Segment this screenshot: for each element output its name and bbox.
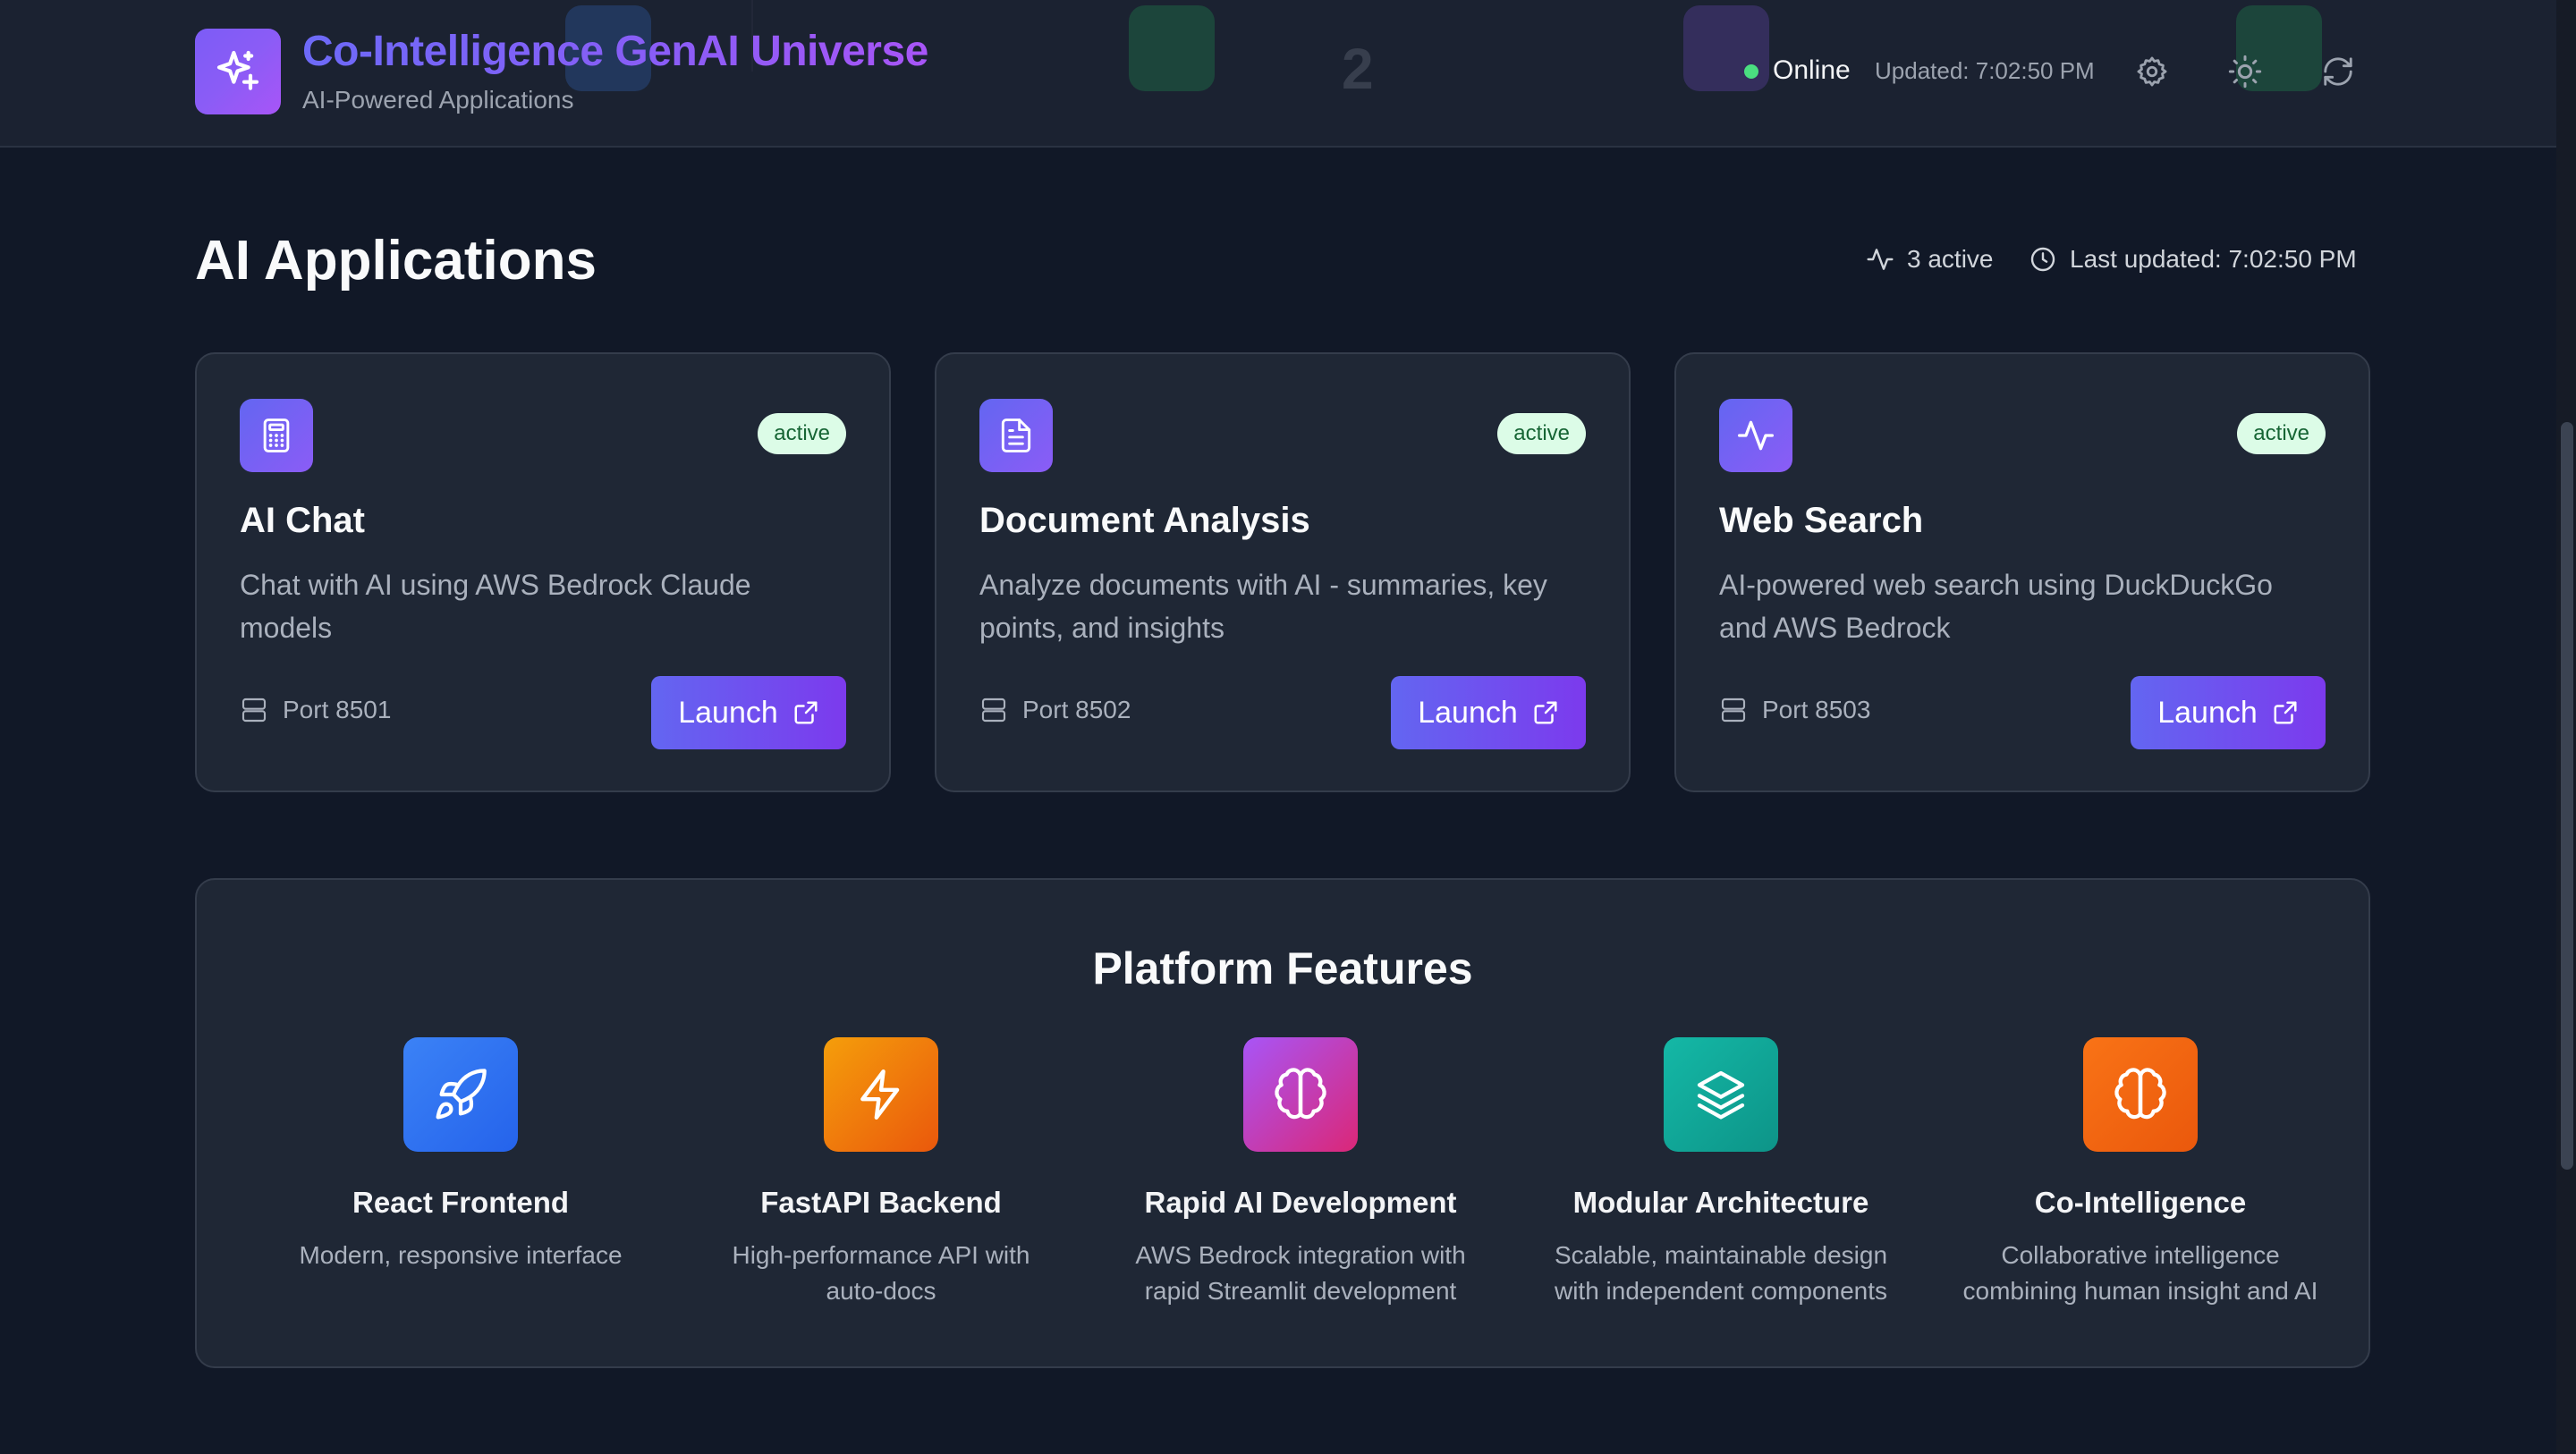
- app-header: 2 Co-Intelligence GenAI Universe AI-Powe…: [0, 0, 2576, 148]
- feature-icon-tile: [403, 1037, 518, 1152]
- settings-button[interactable]: [2131, 50, 2174, 93]
- external-link-icon: [1534, 701, 1557, 724]
- app-name: Web Search: [1719, 501, 1924, 540]
- status-badge: active: [1497, 413, 1586, 454]
- app-name: Document Analysis: [979, 501, 1310, 540]
- scrollbar-thumb[interactable]: [2561, 422, 2573, 1170]
- launch-button[interactable]: Launch: [651, 676, 846, 749]
- launch-button-label: Launch: [678, 695, 778, 730]
- app-card-document-analysis: active Document Analysis Analyze documen…: [935, 352, 1631, 792]
- layers-icon: [1697, 1070, 1745, 1120]
- feature-description: High-performance API with auto-docs: [732, 1241, 1030, 1305]
- app-title: Co-Intelligence GenAI Universe: [302, 28, 928, 75]
- launch-button-label: Launch: [2157, 695, 2258, 730]
- app-description: AI-powered web search using DuckDuckGo a…: [1719, 569, 2273, 644]
- sparkles-icon: [216, 50, 259, 90]
- server-icon: [1721, 697, 1746, 723]
- app-icon: [1719, 399, 1792, 472]
- launch-button[interactable]: Launch: [2131, 676, 2326, 749]
- document-icon: [1001, 418, 1031, 452]
- feature-name: Modular Architecture: [1572, 1186, 1869, 1219]
- header-updated-time: Updated: 7:02:50 PM: [1875, 57, 2095, 84]
- app-port-label: Port 8502: [1022, 696, 1131, 723]
- status-badge: active: [2237, 413, 2326, 454]
- page-title: AI Applications: [195, 230, 597, 292]
- settings-icon: [2137, 56, 2167, 87]
- rocket-icon: [436, 1069, 487, 1120]
- last-updated-label: Last updated: 7:02:50 PM: [2070, 245, 2357, 273]
- feature-icon-tile: [1243, 1037, 1358, 1152]
- online-status-dot: [1744, 64, 1758, 79]
- brand-logo: [195, 29, 281, 114]
- feature-modular-architecture: Modular Architecture Scalable, maintaina…: [1533, 1037, 1909, 1309]
- app-port: Port 8502: [979, 696, 1131, 724]
- server-icon: [981, 697, 1006, 723]
- feature-description: Modern, responsive interface: [299, 1241, 623, 1269]
- feature-rapid-ai-development: Rapid AI Development AWS Bedrock integra…: [1113, 1037, 1488, 1309]
- refresh-button[interactable]: [2317, 50, 2360, 93]
- page-scrollbar[interactable]: [2556, 0, 2576, 1454]
- external-link-icon: [794, 701, 818, 724]
- app-port-label: Port 8503: [1762, 696, 1871, 723]
- status-badge: active: [758, 413, 846, 454]
- feature-co-intelligence: Co-Intelligence Collaborative intelligen…: [1953, 1037, 2328, 1309]
- app-port: Port 8503: [1719, 696, 1870, 724]
- app-name: AI Chat: [240, 501, 365, 540]
- feature-description: Scalable, maintainable design with indep…: [1554, 1241, 1888, 1305]
- feature-name: Rapid AI Development: [1144, 1186, 1457, 1219]
- brain-icon: [2114, 1068, 2166, 1120]
- launch-button[interactable]: Launch: [1391, 676, 1586, 749]
- app-subtitle: AI-Powered Applications: [302, 86, 574, 114]
- feature-name: FastAPI Backend: [760, 1186, 1002, 1219]
- app-card-ai-chat: active AI Chat Chat with AI using AWS Be…: [195, 352, 891, 792]
- features-title: Platform Features: [1092, 943, 1473, 993]
- theme-toggle-button[interactable]: [2224, 50, 2267, 93]
- feature-react-frontend: React Frontend Modern, responsive interf…: [273, 1037, 648, 1273]
- activity-icon: [1867, 249, 1894, 270]
- active-count-label: 3 active: [1907, 245, 1994, 273]
- launch-button-label: Launch: [1418, 695, 1518, 730]
- feature-icon-tile: [1664, 1037, 1778, 1152]
- online-status-label: Online: [1773, 55, 1851, 85]
- feature-name: React Frontend: [352, 1186, 570, 1219]
- app-description: Analyze documents with AI - summaries, k…: [979, 569, 1547, 644]
- app-port: Port 8501: [240, 696, 391, 724]
- calculator-icon: [263, 418, 290, 452]
- server-icon: [242, 697, 267, 723]
- zap-icon: [860, 1069, 900, 1120]
- clock-icon: [2030, 247, 2055, 272]
- feature-icon-tile: [824, 1037, 938, 1152]
- feature-description: Collaborative intelligence combining hum…: [1962, 1241, 2318, 1305]
- feature-fastapi-backend: FastAPI Backend High-performance API wit…: [693, 1037, 1069, 1309]
- app-icon: [979, 399, 1053, 472]
- app-port-label: Port 8501: [283, 696, 392, 723]
- theme-sun-icon: [2228, 55, 2262, 89]
- platform-features-panel: Platform Features React Frontend Modern,…: [195, 878, 2370, 1368]
- app-description: Chat with AI using AWS Bedrock Claude mo…: [240, 569, 751, 644]
- active-count: 3 active: [1866, 245, 1994, 274]
- app-icon: [240, 399, 313, 472]
- brain-icon: [1275, 1068, 1326, 1120]
- refresh-icon: [2324, 57, 2352, 86]
- feature-icon-tile: [2083, 1037, 2198, 1152]
- feature-name: Co-Intelligence: [2034, 1186, 2247, 1219]
- activity-icon: [1738, 420, 1774, 451]
- app-card-web-search: active Web Search AI-powered web search …: [1674, 352, 2370, 792]
- external-link-icon: [2274, 701, 2297, 724]
- last-updated: Last updated: 7:02:50 PM: [2029, 245, 2357, 274]
- feature-description: AWS Bedrock integration with rapid Strea…: [1135, 1241, 1466, 1305]
